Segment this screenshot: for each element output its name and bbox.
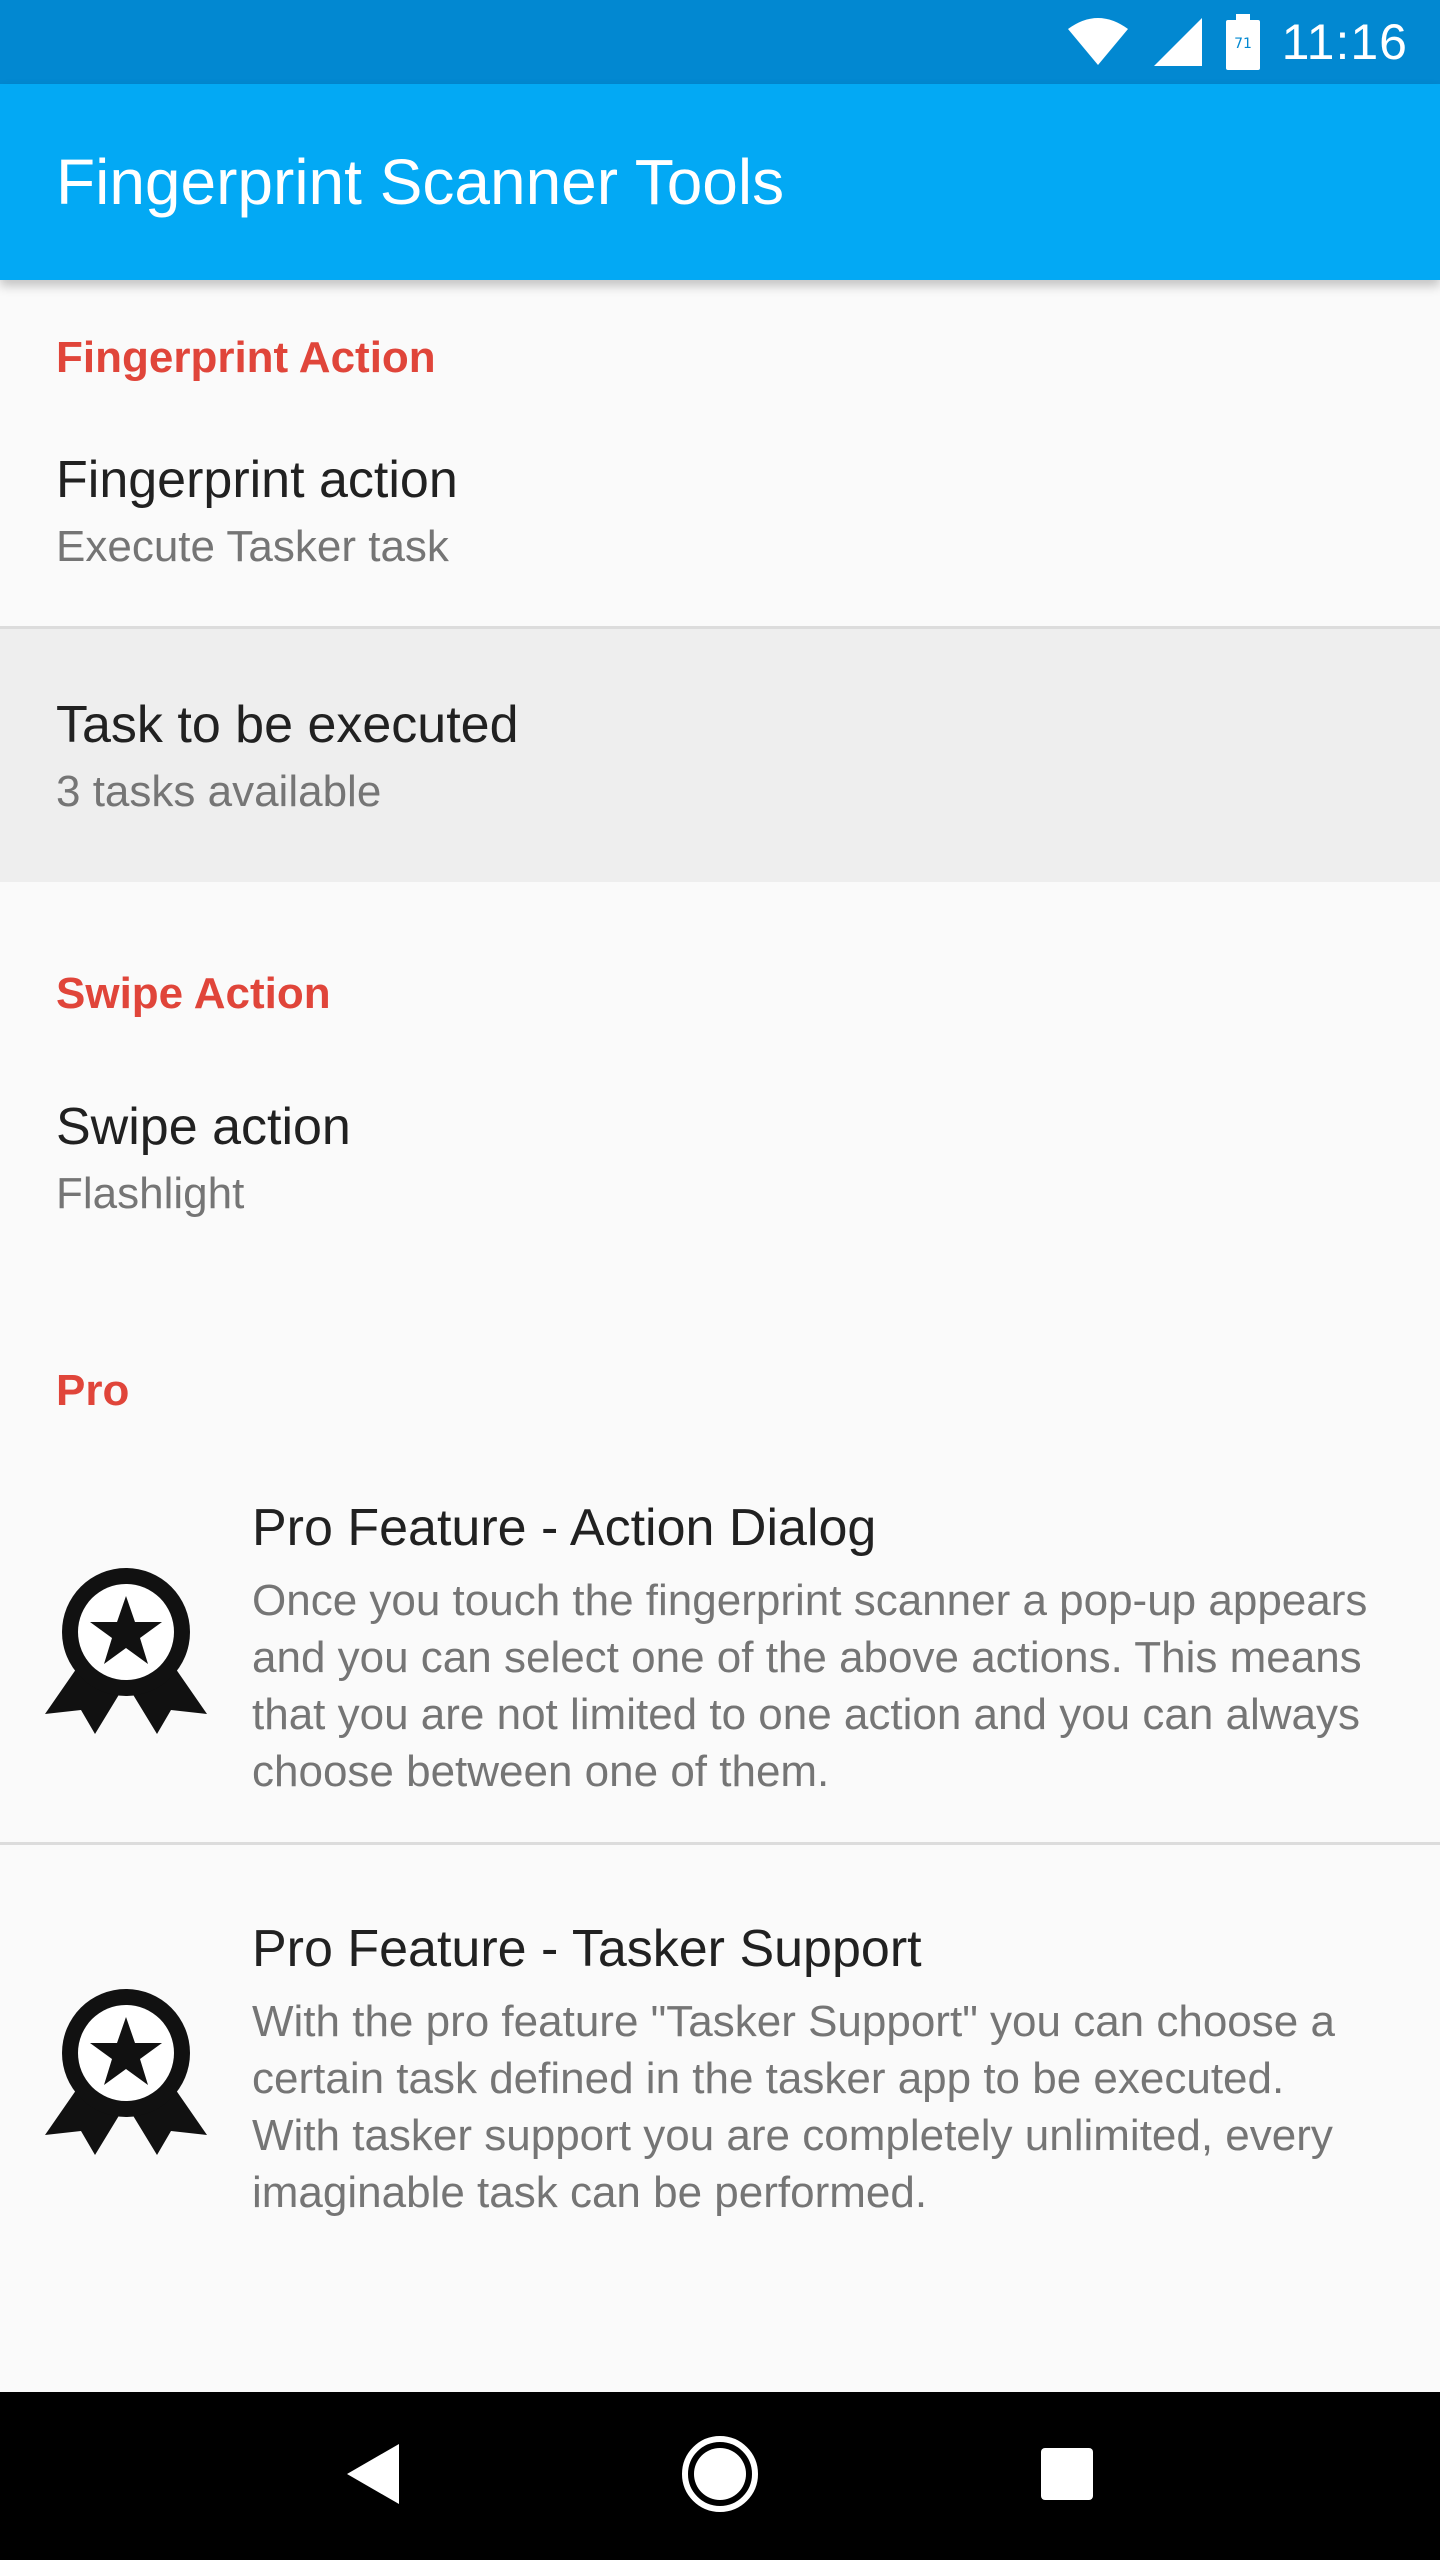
category-header-swipe: Swipe Action bbox=[56, 969, 331, 1018]
pref-title: Fingerprint action bbox=[56, 451, 458, 509]
back-button[interactable] bbox=[313, 2416, 433, 2536]
app-title: Fingerprint Scanner Tools bbox=[56, 146, 785, 218]
status-bar: 71 11:16 bbox=[0, 0, 1440, 84]
pref-pro-tasker-support[interactable]: Pro Feature - Tasker Support With the pr… bbox=[0, 1845, 1440, 2315]
recents-button[interactable] bbox=[1007, 2416, 1127, 2536]
pref-title: Pro Feature - Action Dialog bbox=[252, 1499, 877, 1557]
pref-summary: Once you touch the fingerprint scanner a… bbox=[252, 1576, 1368, 1796]
pref-pro-action-dialog[interactable]: Pro Feature - Action Dialog Once you tou… bbox=[0, 1456, 1440, 1842]
back-icon bbox=[345, 2442, 401, 2510]
award-ribbon-icon bbox=[0, 1562, 252, 1736]
cell-signal-icon bbox=[1152, 16, 1204, 68]
recents-icon bbox=[1039, 2446, 1095, 2506]
pref-task-to-be-executed[interactable]: Task to be executed 3 tasks available bbox=[0, 629, 1440, 882]
home-button[interactable] bbox=[660, 2416, 780, 2536]
pref-summary: Flashlight bbox=[56, 1169, 245, 1218]
clock: 11:16 bbox=[1281, 14, 1408, 70]
wifi-icon bbox=[1066, 17, 1130, 67]
pref-swipe-action[interactable]: Swipe action Flashlight bbox=[0, 1070, 1440, 1266]
pref-summary: Execute Tasker task bbox=[56, 522, 449, 571]
category-header-fingerprint: Fingerprint Action bbox=[56, 333, 436, 382]
battery-icon: 71 bbox=[1225, 14, 1260, 70]
pref-summary: With the pro feature "Tasker Support" yo… bbox=[252, 1997, 1335, 2217]
pref-title: Pro Feature - Tasker Support bbox=[252, 1920, 922, 1978]
pref-title: Task to be executed bbox=[56, 695, 519, 754]
navigation-bar bbox=[0, 2392, 1440, 2560]
screen: 71 11:16 Fingerprint Scanner Tools Finge… bbox=[0, 0, 1440, 2560]
pref-fingerprint-action[interactable]: Fingerprint action Execute Tasker task bbox=[0, 436, 1440, 626]
app-bar: Fingerprint Scanner Tools bbox=[0, 84, 1440, 280]
category-header-pro: Pro bbox=[56, 1366, 130, 1415]
battery-level: 71 bbox=[1234, 36, 1252, 52]
settings-list[interactable]: Fingerprint Action Fingerprint action Ex… bbox=[0, 280, 1440, 2392]
home-icon bbox=[680, 2434, 760, 2518]
award-ribbon-icon bbox=[0, 1983, 252, 2157]
pref-summary: 3 tasks available bbox=[56, 766, 382, 816]
pref-title: Swipe action bbox=[56, 1098, 351, 1156]
